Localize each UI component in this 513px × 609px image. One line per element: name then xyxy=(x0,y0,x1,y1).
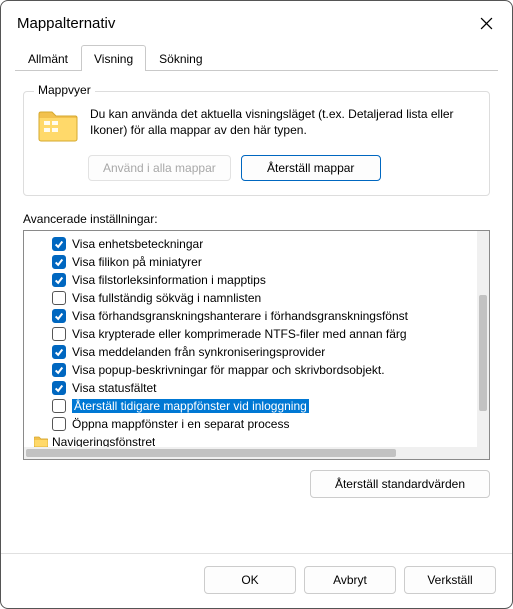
advanced-settings-label: Avancerade inställningar: xyxy=(23,212,490,226)
list-item[interactable]: Visa filstorleksinformation i mapptips xyxy=(24,271,477,289)
list-item-label: Visa enhetsbeteckningar xyxy=(72,237,203,251)
cancel-button[interactable]: Avbryt xyxy=(304,566,396,594)
list-item-label: Visa popup-beskrivningar för mappar och … xyxy=(72,363,385,377)
list-item[interactable]: Öppna mappfönster i en separat process xyxy=(24,415,477,433)
vertical-scroll-thumb[interactable] xyxy=(479,295,487,411)
checkbox[interactable] xyxy=(52,417,66,431)
list-item[interactable]: Återställ tidigare mappfönster vid inlog… xyxy=(24,397,477,415)
list-item[interactable]: Visa filikon på miniatyrer xyxy=(24,253,477,271)
reset-folders-button[interactable]: Återställ mappar xyxy=(241,155,381,181)
horizontal-scrollbar[interactable] xyxy=(24,447,477,459)
checkbox[interactable] xyxy=(52,345,66,359)
list-item[interactable]: Visa enhetsbeteckningar xyxy=(24,235,477,253)
vertical-scrollbar[interactable] xyxy=(477,231,489,447)
checkbox[interactable] xyxy=(52,291,66,305)
list-item[interactable]: Visa popup-beskrivningar för mappar och … xyxy=(24,361,477,379)
checkbox[interactable] xyxy=(52,255,66,269)
list-item-label: Återställ tidigare mappfönster vid inlog… xyxy=(72,399,309,413)
list-item-label: Öppna mappfönster i en separat process xyxy=(72,417,289,431)
checkbox[interactable] xyxy=(52,309,66,323)
list-item[interactable]: Visa statusfältet xyxy=(24,379,477,397)
ok-button[interactable]: OK xyxy=(204,566,296,594)
list-item-label: Visa krypterade eller komprimerade NTFS-… xyxy=(72,327,407,341)
folder-views-description: Du kan använda det aktuella visningsläge… xyxy=(90,106,475,138)
advanced-settings-listbox[interactable]: Visa enhetsbeteckningar Visa filikon på m… xyxy=(23,230,490,460)
folder-views-buttons: Använd i alla mappar Återställ mappar xyxy=(88,155,475,181)
folder-options-window: Mappalternativ Allmänt Visning Sökning M… xyxy=(0,0,513,609)
scroll-corner xyxy=(477,447,489,459)
close-button[interactable] xyxy=(472,9,500,37)
checkbox[interactable] xyxy=(52,399,66,413)
tab-bar: Allmänt Visning Sökning xyxy=(1,45,512,71)
restore-defaults-button[interactable]: Återställ standardvärden xyxy=(310,470,490,498)
checkbox[interactable] xyxy=(52,327,66,341)
tab-content: Mappvyer Du kan använda det aktuella vis… xyxy=(1,71,512,553)
dialog-footer: OK Avbryt Verkställ xyxy=(1,553,512,608)
list-item-label: Visa meddelanden från synkroniseringspro… xyxy=(72,345,325,359)
checkbox[interactable] xyxy=(52,381,66,395)
list-item[interactable]: Visa meddelanden från synkroniseringspro… xyxy=(24,343,477,361)
tab-view[interactable]: Visning xyxy=(81,45,146,71)
checkbox[interactable] xyxy=(52,363,66,377)
list-item-label: Visa fullständig sökväg i namnlisten xyxy=(72,291,261,305)
list-item-label: Visa statusfältet xyxy=(72,381,157,395)
window-title: Mappalternativ xyxy=(17,15,115,32)
folder-views-label: Mappvyer xyxy=(34,83,95,97)
list-item-label: Visa förhandsgranskningshanterare i förh… xyxy=(72,309,408,323)
list-item[interactable]: Visa krypterade eller komprimerade NTFS-… xyxy=(24,325,477,343)
checkbox[interactable] xyxy=(52,237,66,251)
tab-general[interactable]: Allmänt xyxy=(15,45,81,71)
list-item[interactable]: Visa fullständig sökväg i namnlisten xyxy=(24,289,477,307)
close-icon xyxy=(480,17,493,30)
titlebar: Mappalternativ xyxy=(1,1,512,43)
horizontal-scroll-thumb[interactable] xyxy=(26,449,396,457)
checkbox[interactable] xyxy=(52,273,66,287)
list-item-label: Visa filstorleksinformation i mapptips xyxy=(72,273,266,287)
tab-search[interactable]: Sökning xyxy=(146,45,215,71)
list-item[interactable]: Visa förhandsgranskningshanterare i förh… xyxy=(24,307,477,325)
folder-views-row: Du kan använda det aktuella visningsläge… xyxy=(38,106,475,143)
folder-views-group: Mappvyer Du kan använda det aktuella vis… xyxy=(23,91,490,196)
apply-to-folders-button: Använd i alla mappar xyxy=(88,155,231,181)
folder-icon xyxy=(38,109,78,143)
apply-button[interactable]: Verkställ xyxy=(404,566,496,594)
list-item-label: Visa filikon på miniatyrer xyxy=(72,255,202,269)
